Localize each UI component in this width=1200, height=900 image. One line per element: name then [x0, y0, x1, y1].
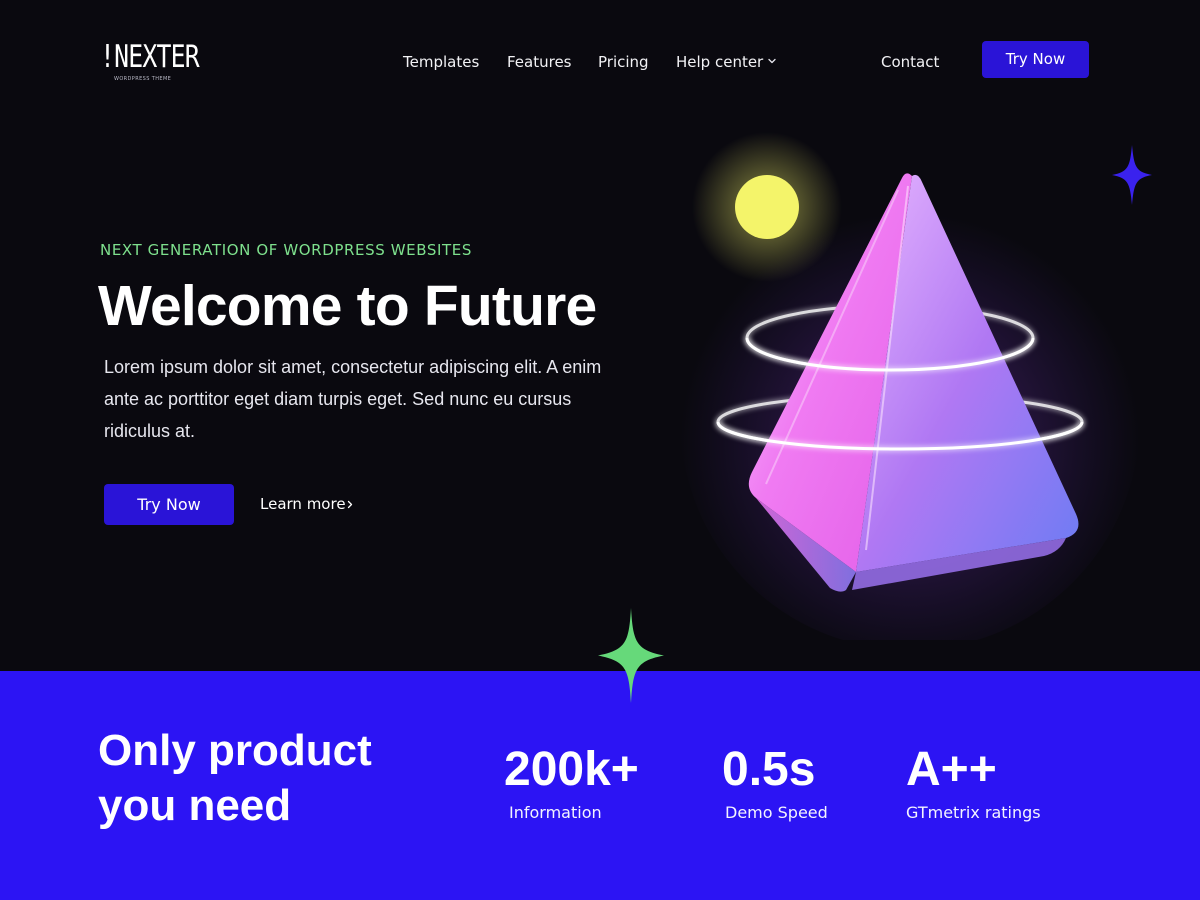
hero-description: Lorem ipsum dolor sit amet, consectetur …	[104, 357, 602, 441]
nav-item-features[interactable]: Features	[507, 52, 572, 72]
stat-value-demo-speed: 0.5s	[722, 743, 816, 796]
hero-try-now-button[interactable]: Try Now	[104, 484, 234, 525]
stats-heading: Only product you need	[98, 723, 372, 833]
stat-label-information: Information	[509, 803, 602, 822]
learn-more-link[interactable]: Learn more	[260, 494, 346, 514]
stat-value-gtmetrix: A++	[906, 743, 997, 796]
nav-item-help-center[interactable]: Help center	[676, 52, 763, 72]
stats-heading-line2: you need	[98, 781, 292, 830]
stat-label-gtmetrix: GTmetrix ratings	[906, 803, 1041, 822]
logo-subtitle: WORDPRESS THEME	[114, 76, 172, 82]
sparkle-icon	[598, 608, 664, 703]
chevron-right-icon[interactable]	[346, 500, 354, 509]
stat-value-information: 200k+	[504, 743, 639, 796]
hero-title: Welcome to Future	[98, 274, 597, 338]
stat-label-demo-speed: Demo Speed	[725, 803, 828, 822]
logo[interactable]: !NEXTER WORDPRESS THEME	[100, 40, 210, 86]
chevron-down-icon[interactable]	[768, 57, 776, 65]
hero-eyebrow: NEXT GENERATION OF WORDPRESS WEBSITES	[100, 241, 472, 259]
nav-item-templates[interactable]: Templates	[403, 52, 479, 72]
sparkle-icon	[1112, 145, 1152, 205]
logo-wordmark: !NEXTER	[100, 39, 200, 75]
nav-item-contact[interactable]: Contact	[881, 52, 939, 72]
header-try-now-button[interactable]: Try Now	[982, 41, 1089, 78]
landing-page: !NEXTER WORDPRESS THEME Templates Featur…	[0, 0, 1200, 900]
sun-ball	[735, 175, 799, 239]
stats-heading-line1: Only product	[98, 726, 372, 775]
nav-item-pricing[interactable]: Pricing	[598, 52, 649, 72]
